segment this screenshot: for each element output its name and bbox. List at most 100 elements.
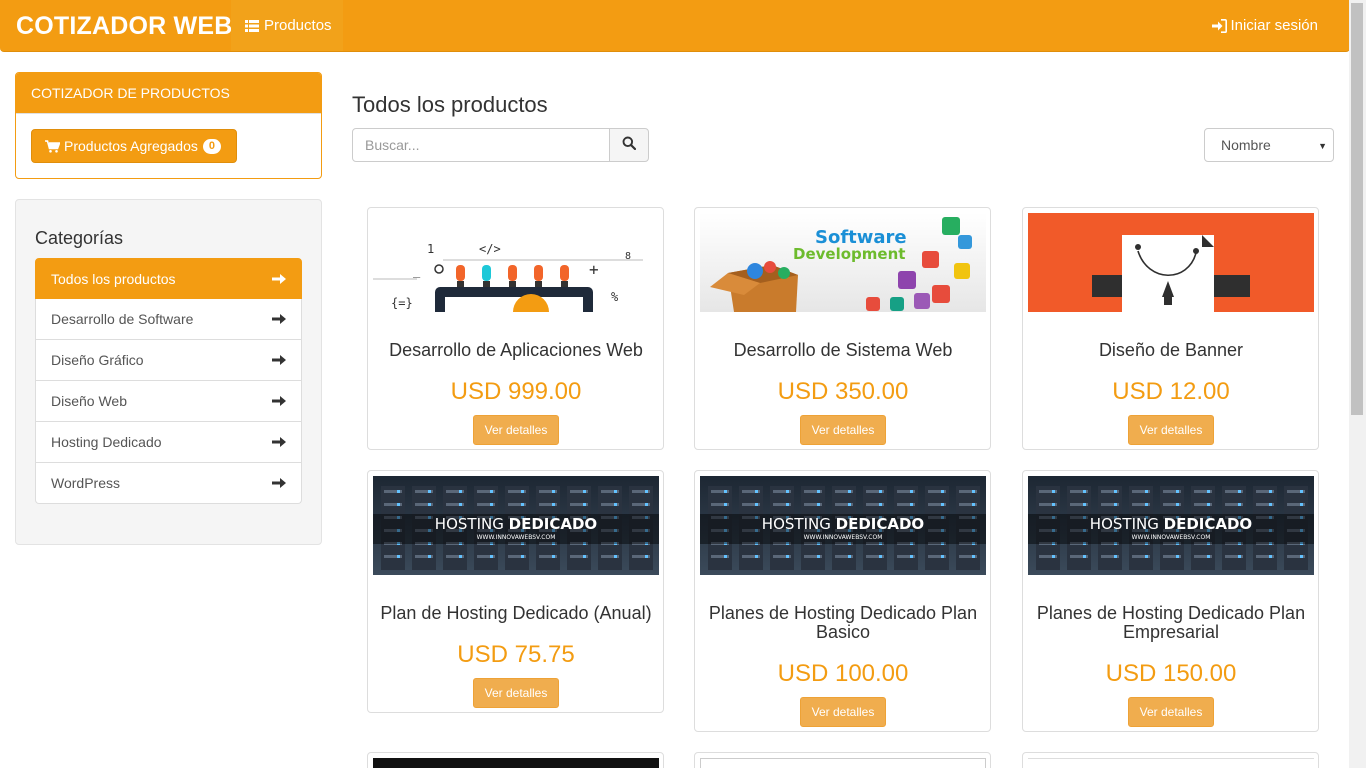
product-name: Desarrollo de Sistema Web [733, 340, 953, 360]
category-item[interactable]: Desarrollo de Software [35, 299, 302, 340]
brand-logo[interactable]: COTIZADOR WEB [16, 12, 232, 41]
cart-icon [45, 139, 60, 153]
product-card-partial [694, 752, 991, 768]
product-image-partial [373, 758, 659, 768]
development-image-text: Development [793, 245, 905, 263]
product-image[interactable]: Software Development [700, 213, 986, 312]
product-card-partial [1022, 752, 1319, 768]
product-image-partial [1028, 758, 1314, 768]
added-products-button[interactable]: Productos Agregados 0 [31, 129, 237, 163]
search-input[interactable] [352, 128, 610, 162]
list-icon [245, 19, 259, 32]
view-details-button[interactable]: Ver detalles [800, 697, 886, 727]
sort-selected-value: Nombre [1221, 137, 1271, 153]
categories-title: Categorías [35, 228, 124, 248]
login-label: Iniciar sesión [1230, 17, 1318, 34]
sort-select[interactable]: Nombre ▼ [1204, 128, 1334, 162]
arrow-right-icon [272, 395, 286, 407]
view-details-button[interactable]: Ver detalles [1128, 415, 1214, 445]
product-card: Diseño de Banner USD 12.00 Ver detalles [1022, 207, 1319, 450]
product-name: Planes de Hosting Dedicado Plan Basico [708, 603, 978, 642]
hosting-image-url: WWW.INNOVAWEBSV.COM [804, 534, 883, 541]
cotizador-panel: COTIZADOR DE PRODUCTOS Productos Agregad… [15, 72, 322, 179]
added-count-badge: 0 [202, 138, 221, 154]
cotizador-panel-title: COTIZADOR DE PRODUCTOS [16, 73, 321, 114]
product-price: USD 12.00 [1112, 378, 1230, 405]
product-image-partial [700, 758, 986, 768]
category-item[interactable]: Diseño Web [35, 381, 302, 422]
sign-in-icon [1212, 18, 1228, 33]
svg-text:{=}: {=} [391, 296, 413, 310]
product-name: Diseño de Banner [1098, 340, 1244, 360]
svg-text:HOSTING DEDICADO: HOSTING DEDICADO [1090, 515, 1252, 533]
categories-panel: Categorías Todos los productos Desarrollo… [15, 199, 322, 545]
page-scrollbar[interactable] [1349, 0, 1366, 768]
nav-products-label: Productos [264, 17, 332, 34]
category-label: WordPress [51, 475, 120, 491]
arrow-right-icon [272, 354, 286, 366]
svg-text:1: 1 [427, 242, 434, 256]
category-item[interactable]: WordPress [35, 463, 302, 504]
product-card-partial [367, 752, 664, 768]
svg-text:HOSTING DEDICADO: HOSTING DEDICADO [762, 515, 924, 533]
product-image[interactable] [1028, 213, 1314, 312]
product-image[interactable]: 1 </> 8 _ +% {=} [373, 213, 659, 312]
product-card: Software Development Desarrollo de Sistema… [694, 207, 991, 450]
product-price: USD 100.00 [777, 660, 909, 687]
svg-text:HOSTING DEDICADO: HOSTING DEDICADO [435, 515, 597, 533]
search-icon [622, 136, 637, 155]
product-name: Desarrollo de Aplicaciones Web [389, 340, 643, 360]
product-card: HOSTING DEDICADO WWW.INNOVAWEBSV.COM Plane… [1022, 470, 1319, 732]
product-name: Planes de Hosting Dedicado Plan Empresar… [1036, 603, 1306, 642]
product-price: USD 999.00 [450, 378, 582, 405]
view-details-button[interactable]: Ver detalles [800, 415, 886, 445]
product-image[interactable]: HOSTING DEDICADO WWW.INNOVAWEBSV.COM [1028, 476, 1314, 575]
category-label: Desarrollo de Software [51, 311, 194, 327]
added-products-label: Productos Agregados [64, 138, 198, 154]
product-name: Plan de Hosting Dedicado (Anual) [380, 603, 652, 623]
product-card: 1 </> 8 _ +% {=} Desarrollo de Aplicaciones We… [367, 207, 664, 450]
product-card: HOSTING DEDICADO WWW.INNOVAWEBSV.COM Plan … [367, 470, 664, 713]
category-item[interactable]: Diseño Gráfico [35, 340, 302, 381]
svg-text:</>: </> [479, 242, 501, 256]
arrow-right-icon [272, 313, 286, 325]
categories-list: Todos los productos Desarrollo de Softwar… [35, 258, 302, 504]
svg-text:8: 8 [625, 251, 631, 262]
hosting-image-title-light: HOSTING [1090, 515, 1159, 533]
hosting-image-title-light: HOSTING [762, 515, 831, 533]
category-label: Diseño Gráfico [51, 352, 144, 368]
product-image[interactable]: HOSTING DEDICADO WWW.INNOVAWEBSV.COM [700, 476, 986, 575]
hosting-image-title-bold: DEDICADO [836, 515, 925, 533]
svg-text:_: _ [413, 264, 421, 278]
category-label: Diseño Web [51, 393, 128, 409]
navbar: COTIZADOR WEB Productos Iniciar sesión [0, 0, 1350, 52]
view-details-button[interactable]: Ver detalles [473, 415, 559, 445]
product-price: USD 350.00 [777, 378, 909, 405]
view-details-button[interactable]: Ver detalles [473, 678, 559, 708]
category-item[interactable]: Hosting Dedicado [35, 422, 302, 463]
category-item[interactable]: Todos los productos [35, 258, 302, 299]
hosting-image-title-bold: DEDICADO [509, 515, 598, 533]
category-label: Hosting Dedicado [51, 434, 162, 450]
arrow-right-icon [272, 477, 286, 489]
login-link[interactable]: Iniciar sesión [1212, 0, 1318, 51]
page-title: Todos los productos [352, 92, 548, 117]
hosting-image-title-bold: DEDICADO [1164, 515, 1253, 533]
search-button[interactable] [609, 128, 649, 162]
svg-text:+: + [589, 260, 599, 279]
hosting-image-url: WWW.INNOVAWEBSV.COM [477, 534, 556, 541]
hosting-image-title-light: HOSTING [435, 515, 504, 533]
hosting-image-url: WWW.INNOVAWEBSV.COM [1132, 534, 1211, 541]
nav-products-link[interactable]: Productos [231, 0, 343, 51]
product-card: HOSTING DEDICADO WWW.INNOVAWEBSV.COM Plane… [694, 470, 991, 732]
category-label: Todos los productos [51, 270, 176, 287]
product-price: USD 150.00 [1105, 660, 1237, 687]
svg-text:%: % [611, 290, 619, 304]
view-details-button[interactable]: Ver detalles [1128, 697, 1214, 727]
product-image[interactable]: HOSTING DEDICADO WWW.INNOVAWEBSV.COM [373, 476, 659, 575]
arrow-right-icon [272, 436, 286, 448]
caret-down-icon: ▼ [1318, 141, 1327, 151]
arrow-right-icon [272, 273, 286, 285]
scrollbar-thumb[interactable] [1351, 3, 1363, 415]
product-price: USD 75.75 [457, 641, 575, 668]
